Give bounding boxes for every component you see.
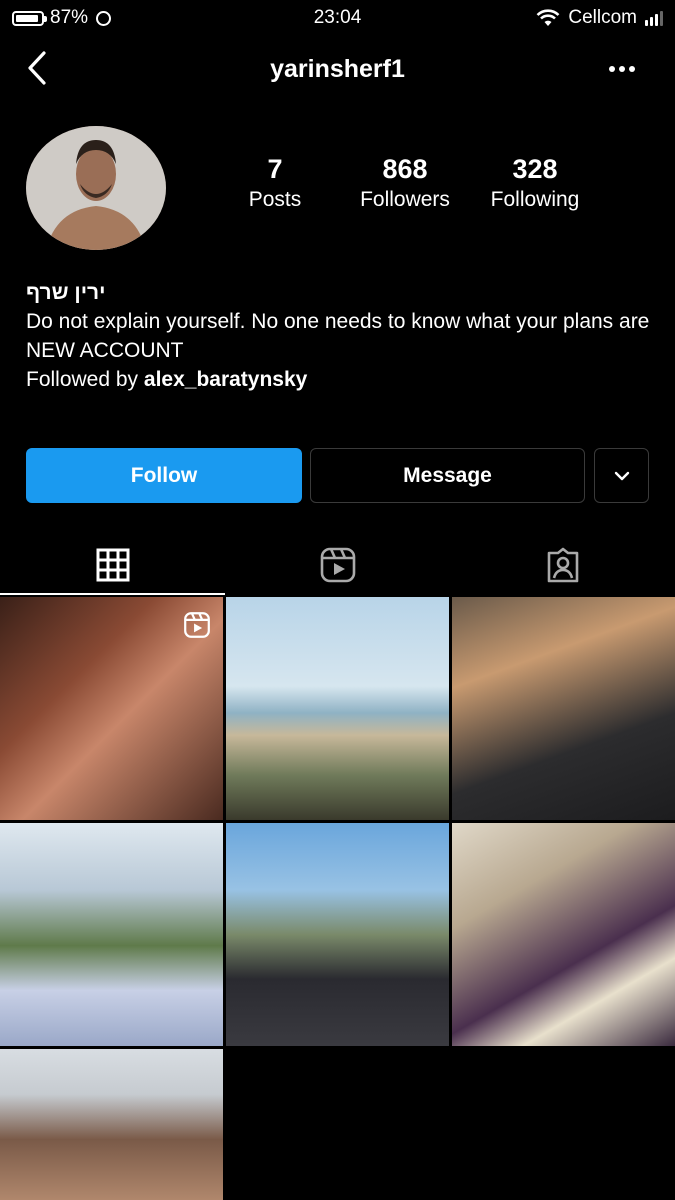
post-thumbnail-reel[interactable] [0, 597, 223, 820]
post-thumbnail[interactable] [226, 597, 449, 820]
followed-by: Followed by alex_baratynsky [26, 365, 656, 394]
profile-header: yarinsherf1 [0, 45, 675, 95]
profile-bio: ירין שרף Do not explain yourself. No one… [26, 278, 656, 394]
chevron-down-icon [614, 471, 629, 480]
tagged-icon [547, 547, 578, 583]
page-title: yarinsherf1 [270, 55, 405, 83]
following-label: Following [490, 188, 580, 211]
avatar[interactable] [26, 126, 166, 250]
carrier-name: Cellcom [568, 7, 637, 28]
wifi-icon [536, 9, 560, 26]
reels-icon [320, 547, 355, 583]
post-thumbnail[interactable] [452, 597, 675, 820]
posts-count: 7 [267, 154, 283, 184]
follow-button[interactable]: Follow [26, 448, 302, 503]
status-right: Cellcom [536, 7, 663, 29]
post-thumbnail[interactable] [226, 823, 449, 1046]
suggested-accounts-button[interactable] [594, 448, 649, 503]
bio-text-2: NEW ACCOUNT [26, 339, 184, 362]
bio-text: Do not explain yourself. No one needs to… [26, 310, 650, 333]
following-count: 328 [512, 154, 558, 184]
tab-tagged[interactable] [450, 535, 675, 595]
followers-stat[interactable]: 868 Followers [340, 153, 470, 215]
status-bar: 87% 23:04 Cellcom [0, 0, 675, 34]
followers-label: Followers [360, 188, 450, 211]
display-name: ירין שרף [26, 281, 106, 304]
profile-actions: Follow Message [26, 448, 649, 504]
post-thumbnail[interactable] [0, 1049, 223, 1200]
message-button[interactable]: Message [310, 448, 585, 503]
posts-stat[interactable]: 7 Posts [210, 153, 340, 215]
post-thumbnail[interactable] [452, 823, 675, 1046]
grid-icon [96, 548, 129, 582]
followed-by-user[interactable]: alex_baratynsky [144, 368, 307, 391]
profile-stats: 7 Posts 868 Followers 328 Following [210, 153, 600, 215]
profile-tabs [0, 535, 675, 595]
reels-icon [184, 612, 210, 638]
followed-by-prefix: Followed by [26, 368, 144, 391]
followers-count: 868 [382, 154, 428, 184]
more-horizontal-icon[interactable] [607, 59, 637, 79]
tab-posts-grid[interactable] [0, 535, 225, 595]
signal-icon [645, 10, 663, 26]
posts-label: Posts [248, 188, 302, 211]
following-stat[interactable]: 328 Following [470, 153, 600, 215]
tab-reels[interactable] [225, 535, 450, 595]
post-thumbnail[interactable] [0, 823, 223, 1046]
